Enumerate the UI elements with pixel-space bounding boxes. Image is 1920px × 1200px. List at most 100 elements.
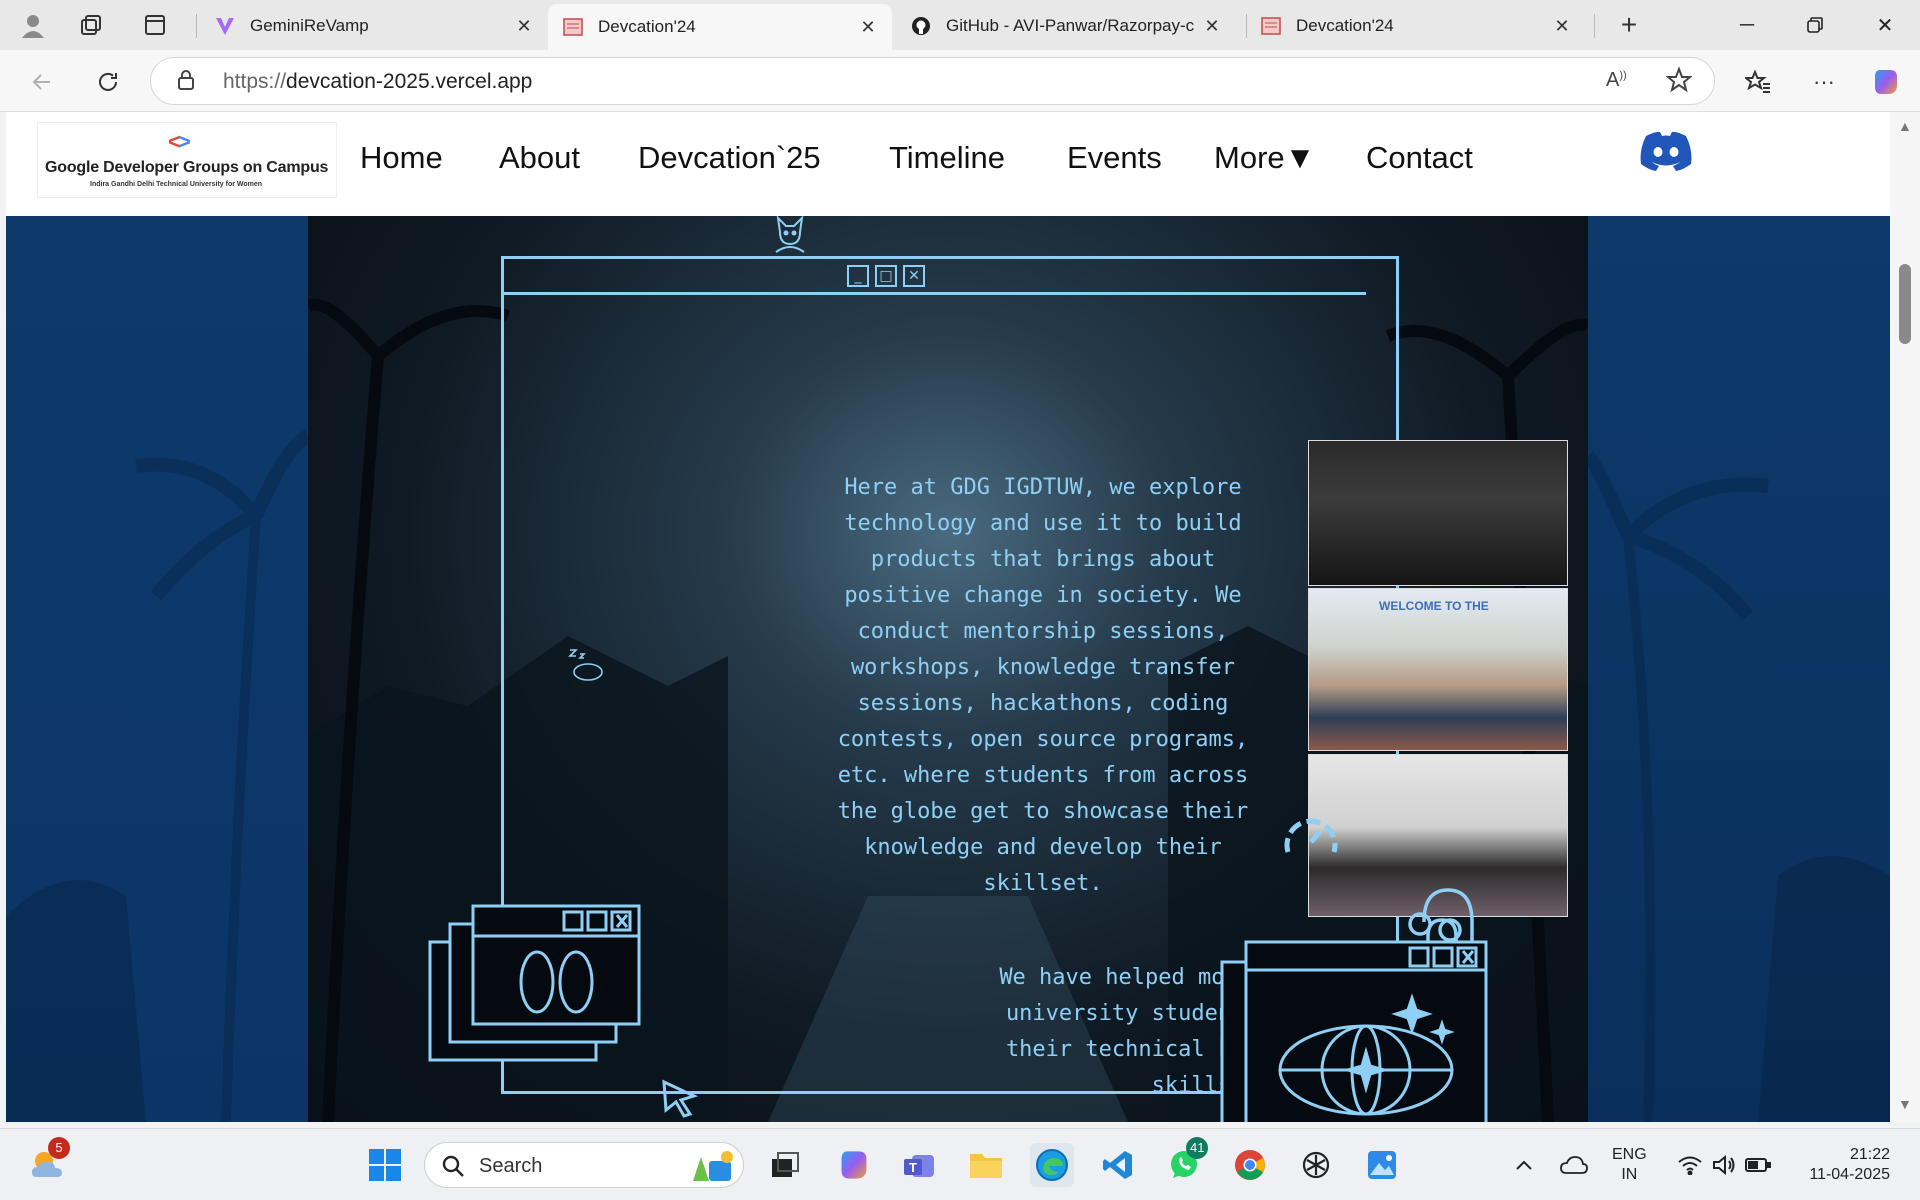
search-highlight-icon xyxy=(687,1147,739,1190)
nav-home[interactable]: Home xyxy=(360,140,443,176)
windows-taskbar: 5 Search T 41 ENG IN 21:22 11-04-2025 xyxy=(0,1128,1920,1200)
url-protocol: https:// xyxy=(223,70,287,93)
vertical-tabs-icon[interactable] xyxy=(138,8,172,42)
scroll-up-icon[interactable]: ▲ xyxy=(1898,118,1912,134)
profile-icon[interactable] xyxy=(16,8,50,42)
site-navbar: <> Google Developer Groups on Campus Ind… xyxy=(6,112,1890,216)
close-icon: ✕ xyxy=(903,265,925,287)
gdg-logo[interactable]: <> Google Developer Groups on Campus Ind… xyxy=(37,122,337,198)
tab-devcation[interactable]: Devcation'24 ✕ xyxy=(1246,6,1586,46)
taskbar-search-box[interactable]: Search xyxy=(424,1142,744,1188)
eyes-window-stack xyxy=(428,904,643,1069)
tab-title: GitHub - AVI-Panwar/Razorpay-c xyxy=(946,16,1195,35)
minimize-icon[interactable]: ─ xyxy=(1714,0,1780,50)
close-tab-icon[interactable]: ✕ xyxy=(514,16,534,37)
sleeping-cat-icon xyxy=(566,648,606,687)
weather-icon[interactable]: 5 xyxy=(26,1137,70,1187)
teams-icon[interactable]: T xyxy=(898,1143,942,1187)
hero-center-panel: _ □ ✕ Here at GDG IGDTUW, we explore tec… xyxy=(308,216,1588,1122)
input-language-indicator[interactable]: ENG IN xyxy=(1612,1145,1647,1185)
close-window-icon[interactable]: ✕ xyxy=(1852,0,1918,50)
maximize-icon: □ xyxy=(875,265,897,287)
logo-subtitle: Indira Gandhi Delhi Technical University… xyxy=(90,181,263,188)
language-code: ENG xyxy=(1612,1146,1647,1163)
whatsapp-badge: 41 xyxy=(1186,1137,1209,1159)
show-hidden-icons-chevron[interactable] xyxy=(1502,1143,1546,1187)
region-code: IN xyxy=(1621,1166,1638,1183)
browser-tab-strip: GeminiReVamp ✕ Devcation'24 ✕ GitHub - A… xyxy=(0,0,1920,50)
page-viewport: <> Google Developer Groups on Campus Ind… xyxy=(6,112,1890,1122)
window-titlebar: _ □ ✕ xyxy=(504,259,1366,295)
favorites-icon[interactable] xyxy=(1738,62,1778,102)
new-tab-icon[interactable]: + xyxy=(1612,8,1646,42)
system-clock[interactable]: 21:22 11-04-2025 xyxy=(1790,1145,1890,1185)
nav-devcation[interactable]: Devcation`25 xyxy=(638,140,821,176)
task-view-icon[interactable] xyxy=(763,1143,807,1187)
tab-geminirevamp[interactable]: GeminiReVamp ✕ xyxy=(200,6,548,46)
nav-events[interactable]: Events xyxy=(1067,140,1162,176)
url-host: devcation-2025.vercel.app xyxy=(286,70,533,93)
scroll-thumb[interactable] xyxy=(1899,264,1911,344)
nav-contact[interactable]: Contact xyxy=(1366,140,1473,176)
refresh-icon[interactable] xyxy=(88,62,128,102)
tab-github[interactable]: GitHub - AVI-Panwar/Razorpay-c ✕ xyxy=(896,6,1236,46)
chatgpt-icon[interactable] xyxy=(1294,1143,1338,1187)
tab-title: GeminiReVamp xyxy=(250,16,369,35)
restore-icon[interactable] xyxy=(1782,0,1848,50)
palm-tree-silhouette xyxy=(6,429,308,1122)
tab-separator xyxy=(196,14,197,38)
gdg-brackets-icon: <> xyxy=(168,129,191,154)
read-aloud-icon[interactable]: A)) xyxy=(1606,69,1627,92)
tab-separator xyxy=(1594,14,1595,38)
globe-window xyxy=(1220,940,1490,1122)
copilot-app-icon[interactable] xyxy=(832,1143,876,1187)
cat-icon xyxy=(768,216,812,261)
palm-tree-silhouette xyxy=(1588,451,1890,1122)
nav-more-dropdown[interactable]: More▼ xyxy=(1214,140,1315,176)
svg-text:T: T xyxy=(909,1160,917,1175)
vscode-icon[interactable] xyxy=(1096,1143,1140,1187)
hero-right-panel xyxy=(1588,216,1890,1122)
close-tab-icon[interactable]: ✕ xyxy=(1202,16,1222,37)
back-arrow-icon[interactable] xyxy=(22,62,62,102)
gdg-group-photo-2: WELCOME TO THE xyxy=(1308,588,1568,751)
search-icon xyxy=(441,1154,465,1183)
about-description: Here at GDG IGDTUW, we explore technolog… xyxy=(837,475,1249,896)
favorite-star-icon[interactable] xyxy=(1665,66,1693,98)
photos-app-icon[interactable] xyxy=(1360,1143,1404,1187)
nav-about[interactable]: About xyxy=(499,140,580,176)
more-options-icon[interactable]: ··· xyxy=(1804,62,1844,102)
hero-left-panel xyxy=(6,216,308,1122)
onedrive-cloud-icon[interactable] xyxy=(1552,1143,1596,1187)
photo-banner-text: WELCOME TO THE xyxy=(1379,599,1489,613)
speedometer-icon xyxy=(1280,808,1342,865)
logo-title: Google Developer Groups on Campus xyxy=(45,159,329,176)
lock-icon[interactable] xyxy=(177,69,195,96)
tab-devcation-active[interactable]: Devcation'24 ✕ xyxy=(548,4,892,50)
tab-title: Devcation'24 xyxy=(1296,16,1394,35)
url-field[interactable]: https://devcation-2025.vercel.app A)) xyxy=(150,57,1715,105)
file-explorer-icon[interactable] xyxy=(964,1143,1008,1187)
page-scrollbar[interactable]: ▲ ▼ xyxy=(1890,112,1920,1122)
chrome-icon[interactable] xyxy=(1228,1143,1272,1187)
address-bar-row: https://devcation-2025.vercel.app A)) ··… xyxy=(0,50,1920,112)
scroll-down-icon[interactable]: ▼ xyxy=(1898,1096,1912,1112)
devcation-icon xyxy=(1260,15,1282,37)
workspaces-icon[interactable] xyxy=(74,8,108,42)
battery-icon[interactable] xyxy=(1736,1143,1780,1187)
clock-date: 11-04-2025 xyxy=(1809,1166,1890,1183)
search-placeholder: Search xyxy=(479,1155,543,1177)
whatsapp-icon[interactable]: 41 xyxy=(1162,1137,1209,1187)
weather-badge: 5 xyxy=(48,1137,70,1159)
clock-time: 21:22 xyxy=(1849,1146,1890,1163)
close-tab-icon[interactable]: ✕ xyxy=(858,17,878,38)
edge-browser-icon[interactable] xyxy=(1030,1143,1074,1187)
copilot-icon[interactable] xyxy=(1866,62,1906,102)
tab-title: Devcation'24 xyxy=(598,17,696,36)
pointer-cursor-icon xyxy=(660,1078,700,1122)
discord-icon[interactable] xyxy=(1638,130,1694,172)
windows-start-icon[interactable] xyxy=(363,1143,407,1187)
devcation-icon xyxy=(562,16,584,38)
close-tab-icon[interactable]: ✕ xyxy=(1552,16,1572,37)
nav-timeline[interactable]: Timeline xyxy=(889,140,1005,176)
